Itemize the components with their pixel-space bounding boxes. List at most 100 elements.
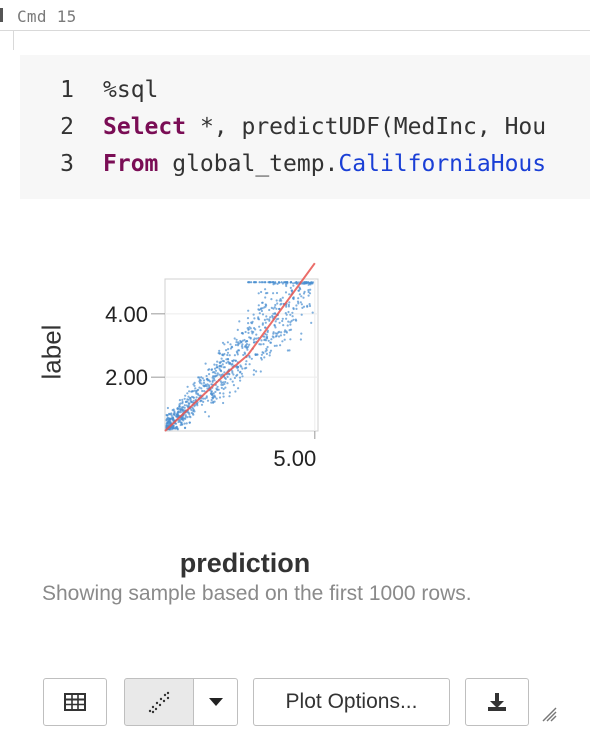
scatter-point [220,381,223,384]
scatter-point [268,351,272,354]
scatter-point [197,376,200,379]
scatter-point [231,346,234,349]
scatter-point [250,357,253,360]
scatter-point [180,421,183,424]
scatter-point [222,366,225,369]
scatter-point [222,401,225,405]
scatter-point [226,353,229,357]
scatter-point [224,386,227,389]
scatter-point [264,321,267,324]
plot-view-button[interactable] [124,678,194,726]
scatter-point [192,399,195,402]
scatter-point [285,305,288,308]
scatter-point [270,298,273,301]
scatter-point [233,354,236,357]
scatter-point [238,376,242,379]
scatter-point [276,302,279,305]
scatter-point [228,361,231,364]
scatter-point [240,365,243,368]
scatter-point [241,332,244,335]
scatter-point [275,291,279,295]
scatter-point [255,337,258,340]
scatter-point [268,308,271,312]
scatter-point [216,388,219,391]
scatter-point [298,293,301,296]
scatter-point [241,339,244,342]
scatter-point [277,281,281,284]
scatter-point [238,320,241,323]
scatter-point [228,391,231,394]
scatter-point [186,398,189,401]
scatter-point [268,319,271,322]
cell-drag-handle[interactable] [0,8,3,22]
scatter-point [248,363,251,366]
scatter-point [221,363,224,366]
download-button[interactable] [465,678,529,726]
scatter-point [220,357,223,360]
scatter-point [263,318,266,321]
scatter-point [292,282,295,285]
code-editor[interactable]: 1 %sql 2 Select *, predictUDF(MedInc, Ho… [20,55,590,199]
line-number: 2 [60,114,74,140]
scatter-point [181,398,184,401]
scatter-point [266,318,269,321]
scatter-point [280,331,283,334]
scatter-point [235,338,238,341]
scatter-point [273,312,277,315]
scatter-point [181,402,184,405]
scatter-point [207,415,210,418]
scatter-point [226,351,230,354]
scatter-point [284,312,287,315]
scatter-point [250,321,253,324]
plot-options-button[interactable]: Plot Options... [253,678,450,726]
scatter-point [262,343,265,346]
scatter-point [215,363,218,367]
scatter-point [277,331,280,334]
scatter-point [234,390,237,393]
scatter-point [229,343,232,346]
scatter-point [200,403,204,406]
y-tick-label: 4.00 [105,302,148,327]
resize-grip-icon[interactable] [541,706,557,722]
scatter-point [195,396,198,399]
scatter-point [306,305,309,308]
code-line-2: 2 Select *, predictUDF(MedInc, Hou [20,109,590,145]
scatter-point [234,343,237,347]
plot-type-dropdown[interactable] [193,678,238,726]
scatter-point [194,387,197,390]
code-rest: *, predictUDF(MedInc, Hou [186,114,547,140]
scatter-point [205,385,208,388]
scatter-point [259,343,262,346]
scatter-point [300,313,303,316]
scatter-point [222,360,226,363]
scatter-point [300,295,303,298]
scatter-point [302,296,305,299]
scatter-point [166,406,169,410]
x-tick-label: 5.00 [273,446,316,471]
scatter-point [178,411,181,414]
scatter-point [279,303,282,306]
scatter-point [186,392,189,395]
scatter-point [184,417,187,420]
scatter-point [225,349,228,352]
scatter-point [269,281,272,284]
scatter-point [268,354,271,357]
scatter-point [270,338,273,341]
scatter-point [238,371,242,374]
scatter-point [289,313,292,316]
scatter-point [266,337,269,340]
cell-header: Cmd 15 [0,0,590,31]
scatter-point [266,331,269,334]
scatter-point [204,410,207,414]
scatter-point [216,374,219,377]
line-number: 3 [60,151,74,177]
scatter-point [233,376,236,380]
scatter-point [224,380,227,384]
scatter-point [283,333,286,336]
scatter-point [198,386,201,389]
scatter-point [192,396,195,399]
scatter-point [275,307,278,310]
code-line-3: 3 From global_temp.CalilforniaHous [20,146,590,182]
scatter-point [213,363,216,366]
table-view-button[interactable] [43,678,107,726]
